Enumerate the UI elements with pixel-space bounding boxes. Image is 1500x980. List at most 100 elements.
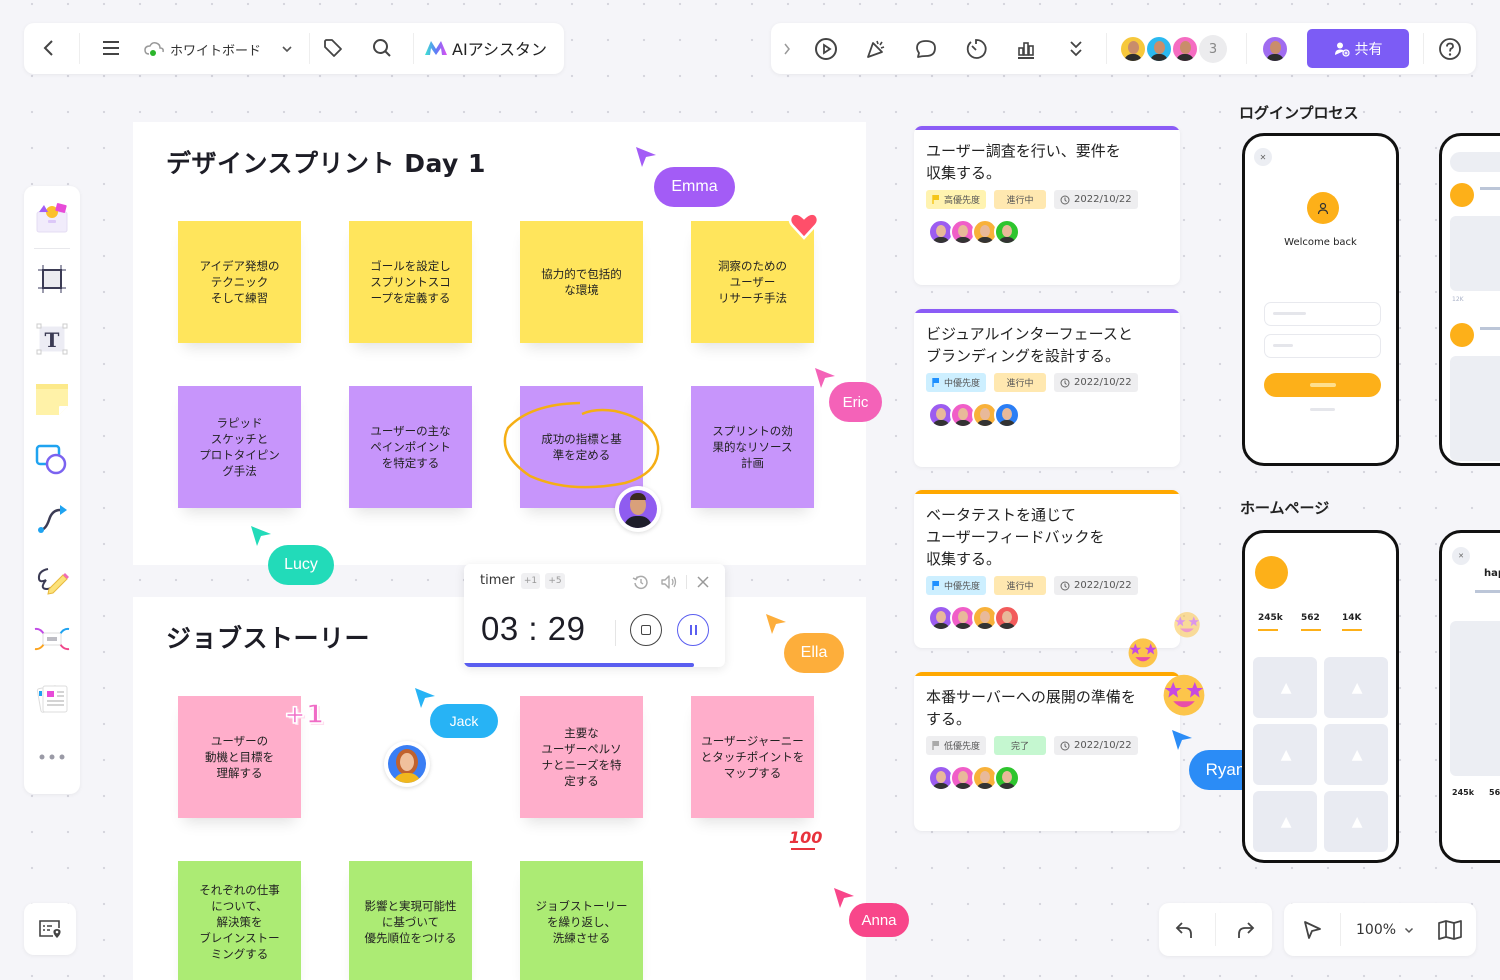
more-tools[interactable] [24, 729, 80, 785]
sticky-note[interactable]: それぞれの仕事 について、 解決策を ブレインストー ミングする [178, 861, 301, 980]
collaborator-avatar[interactable] [1119, 35, 1147, 63]
due-date-badge[interactable]: 2022/10/22 [1054, 190, 1138, 209]
status-badge[interactable]: 進行中 [994, 576, 1047, 595]
mindmap-tool[interactable] [24, 609, 80, 669]
status-badge[interactable]: 進行中 [994, 190, 1047, 209]
collaborator-avatars[interactable]: 3 [1119, 23, 1239, 74]
shapes-tool[interactable] [24, 429, 80, 489]
sticky-note[interactable]: 主要な ユーザーペルソ ナとニーズを特 定する [520, 696, 643, 818]
assignee-avatar[interactable] [994, 605, 1020, 631]
priority-badge[interactable]: 低優先度 [926, 736, 987, 755]
timer-pause-button[interactable] [677, 614, 709, 646]
task-card[interactable]: 本番サーバーへの展開の準備を する。 低優先度 完了 2022/10/22 [914, 672, 1180, 831]
more-tools-button[interactable] [1061, 35, 1091, 63]
due-date-badge[interactable]: 2022/10/22 [1054, 373, 1138, 392]
close-icon [697, 576, 709, 588]
timer-widget: timer +1 +5 03 : 29 [464, 564, 725, 667]
sticky-note[interactable]: ユーザーの主な ペインポイント を特定する [349, 386, 472, 508]
cards-tool[interactable] [24, 669, 80, 729]
priority-badge[interactable]: 中優先度 [926, 373, 987, 392]
flag-icon [932, 581, 939, 590]
share-button[interactable]: 共有 [1307, 29, 1409, 68]
timer-button[interactable] [961, 35, 991, 63]
plus-one-sticker[interactable]: +1 [283, 699, 324, 731]
priority-badge[interactable]: 高優先度 [926, 190, 987, 209]
task-card[interactable]: ビジュアルインターフェースと ブランディングを設計する。 中優先度 進行中 20… [914, 309, 1180, 467]
collapse-toolbar-button[interactable] [777, 37, 797, 61]
comment-button[interactable] [911, 35, 941, 63]
due-date-badge[interactable]: 2022/10/22 [1054, 576, 1138, 595]
timer-sound-button[interactable] [660, 573, 678, 591]
status-badge[interactable]: 完了 [994, 736, 1047, 755]
cursor-arrow-ella [766, 614, 786, 634]
profile-phone-mockup[interactable]: ✕ hap 245k 56 [1439, 530, 1500, 863]
heart-sticker[interactable] [788, 209, 820, 241]
status-badge[interactable]: 進行中 [994, 373, 1047, 392]
frame-tool[interactable] [24, 249, 80, 309]
timer-close-button[interactable] [694, 573, 712, 591]
sticky-note[interactable]: ジョブストーリー を繰り返し、 洗練させる [520, 861, 643, 980]
assignee-avatar[interactable] [994, 402, 1020, 428]
sticky-note[interactable]: ゴールを設定し スプリントスコ ープを定義する [349, 221, 472, 343]
redo-button[interactable] [1231, 917, 1259, 943]
hundred-sticker[interactable]: 100 [789, 828, 822, 854]
collaborator-avatar[interactable] [1145, 35, 1173, 63]
sticky-note[interactable]: ユーザージャーニー とタッチポイントを マップする [691, 696, 814, 818]
outline-button[interactable] [24, 903, 76, 955]
play-icon [815, 38, 837, 60]
tag-icon [324, 39, 342, 57]
star-eyes-emoji[interactable] [1172, 609, 1202, 643]
assignee-avatar[interactable] [994, 765, 1020, 791]
board-name-dropdown[interactable]: ホワイトボード [144, 37, 294, 61]
sticky-note[interactable]: 影響と実現可能性 に基づいて 優先順位をつける [349, 861, 472, 980]
select-tool-button[interactable] [1298, 917, 1326, 943]
login-section-label: ログインプロセス [1239, 104, 1359, 122]
current-user-avatar[interactable] [1261, 35, 1289, 63]
collaborator-count[interactable]: 3 [1199, 35, 1227, 63]
sticky-note[interactable]: 協力的で包括的 な環境 [520, 221, 643, 343]
sticky-note-tool[interactable] [24, 369, 80, 429]
help-button[interactable] [1435, 35, 1465, 63]
search-button[interactable] [367, 33, 397, 63]
assignee-avatars[interactable] [914, 755, 1180, 791]
priority-badge[interactable]: 中優先度 [926, 576, 987, 595]
tag-button[interactable] [318, 33, 348, 63]
timer-stop-button[interactable] [630, 614, 662, 646]
assignee-avatars[interactable] [914, 595, 1180, 631]
celebrate-button[interactable] [861, 35, 891, 63]
task-card[interactable]: ユーザー調査を行い、要件を 収集する。 高優先度 進行中 2022/10/22 [914, 126, 1180, 285]
timer-add-1-button[interactable]: +1 [521, 573, 540, 589]
star-eyes-emoji[interactable] [1125, 635, 1161, 673]
due-date-badge[interactable]: 2022/10/22 [1054, 736, 1138, 755]
back-button[interactable] [34, 33, 64, 63]
text-tool[interactable]: T [24, 309, 80, 369]
task-card[interactable]: ベータテストを通じて ユーザーフィードバックを 収集する。 中優先度 進行中 2… [914, 490, 1180, 648]
assignee-avatar[interactable] [994, 219, 1020, 245]
assignee-avatars[interactable] [914, 209, 1180, 245]
sticky-note[interactable]: アイデア発想の テクニック そして練習 [178, 221, 301, 343]
pen-tool[interactable] [24, 549, 80, 609]
user-avatar[interactable] [615, 486, 661, 532]
connector-tool[interactable] [24, 489, 80, 549]
svg-text:T: T [45, 328, 60, 352]
homepage-phone-mockup[interactable]: 245k 562 14K [1242, 530, 1399, 863]
sticky-note[interactable]: ラピッド スケッチと プロトタイピン グ手法 [178, 386, 301, 508]
collaborator-avatar[interactable] [1171, 35, 1199, 63]
undo-button[interactable] [1171, 917, 1199, 943]
sticky-note[interactable]: スプリントの効 果的なリソース 計画 [691, 386, 814, 508]
sticky-note[interactable]: ユーザーの 動機と目標を 理解する [178, 696, 301, 818]
vote-button[interactable] [1011, 35, 1041, 63]
ai-assistant-button[interactable]: AIアシスタン [424, 35, 560, 61]
user-avatar[interactable] [384, 741, 430, 787]
timer-add-5-button[interactable]: +5 [545, 573, 565, 589]
feed-phone-mockup[interactable]: 12K [1439, 133, 1500, 466]
star-eyes-emoji[interactable] [1160, 670, 1208, 722]
assignee-avatars[interactable] [914, 392, 1180, 428]
login-phone-mockup[interactable]: ✕ Welcome back [1242, 133, 1399, 466]
present-button[interactable] [811, 35, 841, 63]
zoom-dropdown[interactable]: 100% [1356, 919, 1416, 941]
templates-tool[interactable] [24, 188, 80, 248]
menu-button[interactable] [96, 33, 126, 63]
minimap-button[interactable] [1436, 917, 1464, 943]
timer-reset-button[interactable] [632, 573, 650, 591]
